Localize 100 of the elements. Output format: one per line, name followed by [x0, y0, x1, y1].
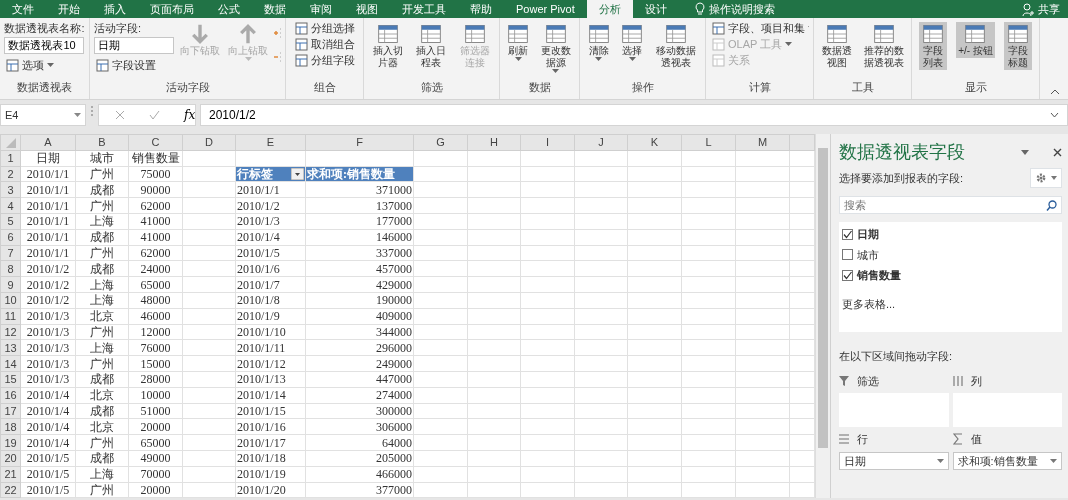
- column-header[interactable]: B: [75, 134, 129, 151]
- ribbon-tab[interactable]: 数据: [252, 0, 298, 18]
- text-field[interactable]: 日期: [94, 37, 174, 54]
- ribbon-button[interactable]: 取消组合: [292, 36, 357, 52]
- ribbon-tab[interactable]: 设计: [632, 0, 679, 18]
- field-label: 活动字段:: [94, 21, 143, 36]
- pane-title: 数据透视表字段: [839, 141, 965, 164]
- table-cell: 15000: [140, 356, 171, 371]
- ribbon-tab[interactable]: 审阅: [298, 0, 344, 18]
- ribbon-button[interactable]: 字段列表: [918, 22, 947, 70]
- insert-function-button[interactable]: fx: [184, 106, 196, 124]
- ribbon-tab[interactable]: 文件: [0, 0, 46, 18]
- ribbon-tab[interactable]: Power Pivot: [504, 0, 587, 18]
- table-icon: [543, 23, 568, 45]
- ribbon-button[interactable]: 推荐的数据透视表: [860, 22, 907, 70]
- table-cell: 成都: [90, 404, 114, 418]
- column-header[interactable]: L: [681, 134, 736, 151]
- ribbon-button[interactable]: 清除: [584, 22, 613, 63]
- share-text[interactable]: 共享: [1038, 0, 1060, 18]
- caret-icon[interactable]: [1021, 149, 1029, 155]
- table-cell: 62000: [140, 198, 171, 213]
- table-cell: 2010/1/1: [26, 246, 70, 260]
- column-header[interactable]: D: [182, 134, 236, 151]
- caret-icon: [595, 57, 603, 62]
- ribbon-tab[interactable]: 开发工具: [390, 0, 458, 18]
- ribbon-button[interactable]: 移动数据透视表: [652, 22, 701, 70]
- small-table-icon: [6, 58, 20, 72]
- text-field[interactable]: 数据透视表10: [4, 37, 85, 54]
- ribbon-button[interactable]: 分组选择: [292, 20, 357, 36]
- checkbox[interactable]: [842, 249, 853, 261]
- column-header[interactable]: I: [520, 134, 575, 151]
- field-name[interactable]: 销售数量: [857, 267, 901, 284]
- column-header[interactable]: E: [235, 134, 306, 151]
- ribbon-tab[interactable]: 页面布局: [138, 0, 206, 18]
- column-header[interactable]: M: [735, 134, 790, 151]
- ribbon-button[interactable]: 字段设置: [94, 57, 174, 73]
- table-cell: 64000: [382, 435, 412, 450]
- field-name[interactable]: 日期: [857, 226, 879, 243]
- column-header[interactable]: F: [305, 134, 414, 151]
- ribbon-button[interactable]: 选项: [4, 57, 85, 73]
- table-cell: 2010/1/9: [237, 309, 280, 324]
- table-cell: 12000: [140, 325, 171, 339]
- column-header[interactable]: K: [627, 134, 682, 151]
- search-help-text[interactable]: 操作说明搜索: [708, 0, 775, 18]
- column-header[interactable]: H: [467, 134, 521, 151]
- checkbox[interactable]: [842, 228, 853, 240]
- ribbon-button[interactable]: 插入切片器: [368, 22, 407, 70]
- table-cell: 2010/1/3: [26, 309, 70, 324]
- ribbon-button[interactable]: 更改数据源: [536, 22, 575, 75]
- table-cell: 2010/1/19: [237, 467, 286, 482]
- table-icon: [586, 23, 611, 45]
- table-cell: 2010/1/7: [237, 277, 280, 292]
- column-header[interactable]: J: [574, 134, 628, 151]
- table-cell: 2010/1/1: [26, 167, 70, 181]
- cancel-icon[interactable]: [115, 110, 125, 120]
- table-cell: 10000: [140, 388, 171, 403]
- table-icon: [419, 23, 444, 45]
- ribbon-button[interactable]: 插入日程表: [412, 22, 451, 70]
- ribbon-button[interactable]: +/- 按钮: [956, 22, 995, 58]
- vertical-scrollbar[interactable]: [815, 134, 830, 498]
- field-name[interactable]: 城市: [857, 246, 879, 263]
- name-box[interactable]: E4: [0, 104, 86, 126]
- column-header[interactable]: C: [128, 134, 183, 151]
- close-icon[interactable]: [1053, 147, 1062, 157]
- ribbon-tab[interactable]: 公式: [206, 0, 252, 18]
- ribbon-tab[interactable]: 帮助: [458, 0, 504, 18]
- instruction-text: 在以下区域间拖动字段:: [839, 349, 954, 364]
- table-cell: 城市: [90, 151, 114, 166]
- expand-icon[interactable]: [1050, 112, 1059, 118]
- ribbon-button[interactable]: 刷新: [504, 22, 533, 63]
- ribbon-button[interactable]: 分组字段: [292, 52, 357, 68]
- filter-dropdown-icon[interactable]: [291, 168, 304, 180]
- ribbon-button[interactable]: 字段标题: [1004, 22, 1033, 70]
- more-tables-link[interactable]: 更多表格...: [842, 295, 896, 312]
- search-icon: [1046, 199, 1057, 211]
- collapse-ribbon-icon[interactable]: [1050, 88, 1060, 95]
- column-header[interactable]: A: [20, 134, 76, 151]
- table-cell: 销售数量: [131, 151, 180, 166]
- table-icon: [375, 23, 400, 45]
- formula-bar-field[interactable]: 2010/1/2: [200, 104, 1068, 126]
- table-cell: 成都: [90, 182, 114, 197]
- area-field-button[interactable]: 求和项:销售数量: [952, 451, 1062, 470]
- field-label: 数据透视表名称:: [4, 21, 85, 36]
- area-field-button[interactable]: 日期: [839, 451, 949, 470]
- ribbon-button[interactable]: 选择: [618, 22, 647, 63]
- settings-button[interactable]: [1030, 168, 1062, 188]
- table-cell: 20000: [140, 483, 171, 497]
- ribbon-tab[interactable]: 视图: [344, 0, 390, 18]
- area-label: 行: [857, 432, 868, 447]
- ribbon-button[interactable]: 数据透视图: [818, 22, 856, 70]
- ribbon-tab[interactable]: 开始: [46, 0, 92, 18]
- table-cell: 成都: [90, 372, 114, 387]
- ribbon-tab[interactable]: 分析: [586, 0, 633, 18]
- table-cell: 65000: [140, 277, 171, 292]
- checkbox[interactable]: [842, 269, 853, 281]
- ribbon-tab[interactable]: 插入: [92, 0, 138, 18]
- table-icon: [963, 23, 988, 45]
- table-cell: 337000: [376, 246, 412, 260]
- column-header[interactable]: G: [413, 134, 468, 151]
- ribbon-button[interactable]: 字段、项目和集: [710, 20, 809, 36]
